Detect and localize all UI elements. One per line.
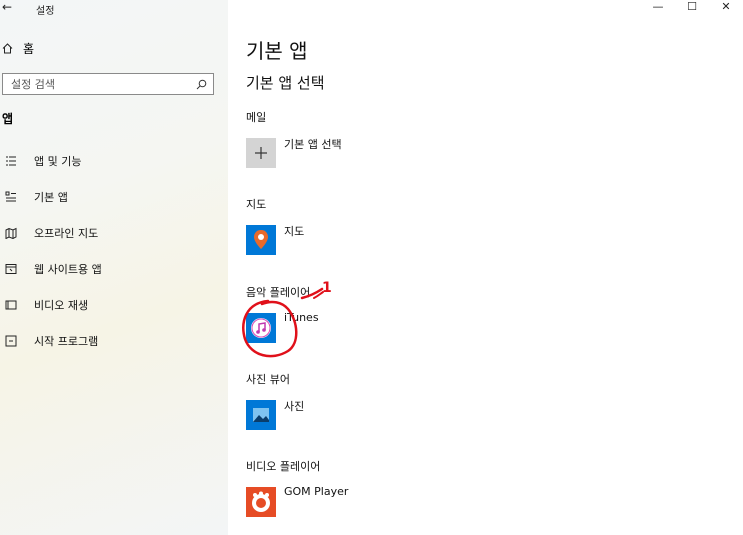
app-name: 지도 bbox=[284, 225, 305, 238]
sidebar-item-video-playback[interactable]: 비디오 재생 bbox=[0, 293, 220, 317]
plus-icon bbox=[255, 147, 267, 159]
category-label-maps: 지도 bbox=[246, 198, 267, 211]
minimize-button[interactable]: — bbox=[641, 0, 675, 14]
startup-icon bbox=[5, 335, 17, 347]
apps-features-icon bbox=[6, 156, 16, 166]
home-icon bbox=[2, 43, 13, 54]
video-playback-icon bbox=[5, 300, 17, 310]
maximize-button[interactable]: ☐ bbox=[675, 0, 709, 14]
page-title: 기본 앱 bbox=[246, 39, 308, 63]
category-label-music-player: 음악 플레이어 bbox=[246, 286, 311, 299]
sidebar-item-label: 기본 앱 bbox=[34, 191, 68, 204]
search-icon[interactable] bbox=[196, 79, 207, 90]
sidebar-item-offline-maps[interactable]: 오프라인 지도 bbox=[0, 221, 220, 245]
app-name: iTunes bbox=[284, 311, 319, 324]
default-app-video-player[interactable]: GOM Player bbox=[246, 485, 349, 517]
nav-home[interactable]: 홈 bbox=[2, 40, 34, 57]
app-name: 기본 앱 선택 bbox=[284, 138, 342, 151]
app-tile bbox=[246, 313, 276, 343]
annotation-number: 1 bbox=[322, 280, 332, 296]
default-apps-icon bbox=[5, 191, 16, 202]
page-subtitle: 기본 앱 선택 bbox=[246, 74, 325, 92]
sidebar-item-label: 앱 및 기능 bbox=[34, 155, 82, 168]
default-app-photo-viewer[interactable]: 사진 bbox=[246, 400, 304, 430]
sidebar-item-label: 웹 사이트용 앱 bbox=[34, 263, 102, 276]
apps-for-websites-icon bbox=[5, 264, 17, 274]
category-label-video-player: 비디오 플레이어 bbox=[246, 460, 321, 473]
window-controls: — ☐ ✕ bbox=[641, 0, 743, 14]
photo-icon bbox=[253, 408, 269, 422]
app-name: 사진 bbox=[284, 400, 305, 413]
search-placeholder: 설정 검색 bbox=[11, 78, 55, 91]
map-pin-icon bbox=[254, 230, 268, 249]
sidebar-item-apps-features[interactable]: 앱 및 기능 bbox=[0, 149, 220, 173]
home-label: 홈 bbox=[23, 42, 35, 56]
app-tile bbox=[246, 225, 276, 255]
default-app-music-player[interactable]: iTunes bbox=[246, 311, 319, 343]
sidebar-item-label: 오프라인 지도 bbox=[34, 227, 99, 240]
sidebar-item-apps-for-websites[interactable]: 웹 사이트용 앱 bbox=[0, 257, 220, 281]
window-title: 설정 bbox=[36, 6, 55, 17]
app-tile bbox=[246, 487, 276, 517]
gom-player-icon bbox=[252, 491, 270, 512]
search-input[interactable]: 설정 검색 bbox=[2, 73, 214, 95]
app-tile bbox=[246, 138, 276, 168]
category-label-mail: 메일 bbox=[246, 111, 267, 124]
sidebar-item-default-apps[interactable]: 기본 앱 bbox=[0, 185, 220, 209]
default-app-mail[interactable]: 기본 앱 선택 bbox=[246, 138, 342, 168]
category-label-photo-viewer: 사진 뷰어 bbox=[246, 373, 290, 386]
sidebar-item-label: 시작 프로그램 bbox=[34, 335, 99, 348]
app-tile bbox=[246, 400, 276, 430]
back-arrow-icon[interactable]: ← bbox=[2, 0, 12, 14]
sidebar-item-label: 비디오 재생 bbox=[34, 299, 89, 312]
default-app-maps[interactable]: 지도 bbox=[246, 225, 304, 255]
close-button[interactable]: ✕ bbox=[709, 0, 743, 14]
app-name: GOM Player bbox=[284, 485, 349, 498]
sidebar-item-startup[interactable]: 시작 프로그램 bbox=[0, 329, 220, 353]
offline-maps-icon bbox=[5, 227, 17, 239]
section-title: 앱 bbox=[2, 112, 14, 126]
music-note-icon bbox=[251, 318, 271, 338]
